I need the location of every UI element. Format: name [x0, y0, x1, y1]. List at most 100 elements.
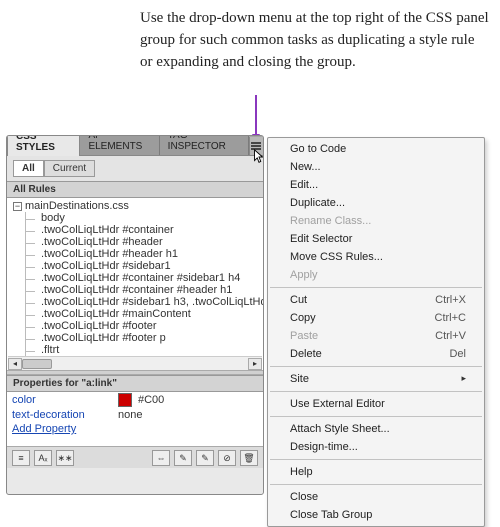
- menu-item[interactable]: Help: [268, 463, 484, 481]
- menu-item[interactable]: New...: [268, 158, 484, 176]
- rule-item[interactable]: .twoColLiqLtHdr #sidebar1 h3, .twoColLiq…: [11, 296, 263, 308]
- panel-options-menu: Go to Code New... Edit... Duplicate... Renam…: [267, 137, 485, 527]
- rule-item[interactable]: body: [11, 212, 263, 224]
- menu-item: Rename Class...: [268, 212, 484, 230]
- hamburger-icon: [251, 142, 261, 150]
- menu-item-label: New...: [290, 161, 321, 173]
- color-swatch[interactable]: [118, 393, 132, 407]
- menu-item-shortcut: Ctrl+V: [435, 330, 466, 342]
- menu-item-label: Duplicate...: [290, 197, 345, 209]
- subtab-current[interactable]: Current: [44, 160, 95, 177]
- panel-tabs: CSS STYLES AP ELEMENTS TAG INSPECTOR: [7, 136, 263, 156]
- menu-separator: [270, 459, 482, 460]
- menu-item[interactable]: Design-time...: [268, 438, 484, 456]
- properties-heading: Properties for "a:link": [7, 375, 263, 392]
- menu-separator: [270, 366, 482, 367]
- properties-list: color #C00 text-decoration none Add Prop…: [7, 392, 263, 446]
- rule-item[interactable]: .twoColLiqLtHdr #header h1: [11, 248, 263, 260]
- scroll-right-button[interactable]: ▸: [248, 358, 262, 370]
- menu-item-shortcut: Ctrl+X: [435, 294, 466, 306]
- menu-item-label: Use External Editor: [290, 398, 385, 410]
- menu-item-label: Apply: [290, 269, 318, 281]
- property-value[interactable]: #C00: [138, 394, 164, 406]
- menu-separator: [270, 287, 482, 288]
- menu-separator: [270, 416, 482, 417]
- property-row-color[interactable]: color #C00: [7, 392, 263, 408]
- scroll-track[interactable]: [22, 358, 248, 370]
- show-list-view-button[interactable]: Aₓ: [34, 450, 52, 466]
- menu-item[interactable]: Attach Style Sheet...: [268, 420, 484, 438]
- rule-item[interactable]: .twoColLiqLtHdr #container: [11, 224, 263, 236]
- property-name[interactable]: color: [12, 394, 112, 406]
- menu-item-label: Edit Selector: [290, 233, 352, 245]
- css-panel: CSS STYLES AP ELEMENTS TAG INSPECTOR All…: [6, 135, 264, 495]
- menu-item[interactable]: Cut Ctrl+X: [268, 291, 484, 309]
- rule-item[interactable]: .twoColLiqLtHdr #mainContent: [11, 308, 263, 320]
- edit-rule-button[interactable]: ✎: [196, 450, 214, 466]
- disable-enable-button[interactable]: ⊘: [218, 450, 236, 466]
- menu-item[interactable]: Go to Code: [268, 140, 484, 158]
- menu-item[interactable]: Site: [268, 370, 484, 388]
- menu-item[interactable]: Close Tab Group: [268, 506, 484, 524]
- delete-rule-button[interactable]: 🗑: [240, 450, 258, 466]
- panel-options-button[interactable]: [249, 137, 263, 155]
- caption-text: Use the drop-down menu at the top right …: [140, 8, 490, 73]
- menu-item[interactable]: Use External Editor: [268, 395, 484, 413]
- menu-separator: [270, 391, 482, 392]
- stylesheet-name: mainDestinations.css: [25, 200, 129, 212]
- subtab-all[interactable]: All: [13, 160, 44, 177]
- menu-item[interactable]: Move CSS Rules...: [268, 248, 484, 266]
- menu-item-label: Paste: [290, 330, 318, 342]
- menu-item-label: Attach Style Sheet...: [290, 423, 390, 435]
- menu-item[interactable]: Duplicate...: [268, 194, 484, 212]
- property-row-text-decoration[interactable]: text-decoration none: [7, 408, 263, 422]
- menu-item-label: Help: [290, 466, 313, 478]
- menu-item: Apply: [268, 266, 484, 284]
- rule-item[interactable]: .twoColLiqLtHdr #sidebar1: [11, 260, 263, 272]
- tab-css-styles[interactable]: CSS STYLES: [7, 135, 80, 156]
- attach-stylesheet-button[interactable]: ⇔: [152, 450, 170, 466]
- menu-item: Paste Ctrl+V: [268, 327, 484, 345]
- stylesheet-node[interactable]: − mainDestinations.css: [11, 200, 263, 212]
- tab-ap-elements[interactable]: AP ELEMENTS: [80, 135, 159, 155]
- horizontal-scrollbar[interactable]: ◂ ▸: [8, 356, 262, 370]
- show-category-view-button[interactable]: ≡: [12, 450, 30, 466]
- menu-separator: [270, 484, 482, 485]
- show-only-set-button[interactable]: ∗∗: [56, 450, 74, 466]
- menu-item-label: Go to Code: [290, 143, 346, 155]
- rule-item[interactable]: .twoColLiqLtHdr #footer p: [11, 332, 263, 344]
- menu-item[interactable]: Copy Ctrl+C: [268, 309, 484, 327]
- menu-item[interactable]: Edit...: [268, 176, 484, 194]
- rule-item[interactable]: .fltrt: [11, 344, 263, 356]
- menu-item[interactable]: Delete Del: [268, 345, 484, 363]
- new-rule-button[interactable]: ✎: [174, 450, 192, 466]
- callout-pointer: [255, 95, 257, 135]
- rule-item[interactable]: .twoColLiqLtHdr #header: [11, 236, 263, 248]
- scroll-thumb[interactable]: [22, 359, 52, 369]
- panel-footer: ≡ Aₓ ∗∗ ⇔ ✎ ✎ ⊘ 🗑: [7, 446, 263, 468]
- subtabs: All Current: [7, 156, 263, 181]
- scroll-left-button[interactable]: ◂: [8, 358, 22, 370]
- menu-item-label: Design-time...: [290, 441, 358, 453]
- menu-item-label: Close Tab Group: [290, 509, 372, 521]
- property-name[interactable]: text-decoration: [12, 409, 112, 421]
- rule-item[interactable]: .twoColLiqLtHdr #container #header h1: [11, 284, 263, 296]
- rule-item[interactable]: .twoColLiqLtHdr #container #sidebar1 h4: [11, 272, 263, 284]
- menu-item-label: Site: [290, 373, 309, 385]
- menu-item-label: Copy: [290, 312, 316, 324]
- menu-item[interactable]: Close: [268, 488, 484, 506]
- menu-item-shortcut: Del: [449, 348, 466, 360]
- menu-item[interactable]: Edit Selector: [268, 230, 484, 248]
- menu-item-shortcut: Ctrl+C: [435, 312, 466, 324]
- rules-tree: − mainDestinations.css body.twoColLiqLtH…: [7, 198, 263, 370]
- menu-item-label: Edit...: [290, 179, 318, 191]
- menu-item-label: Delete: [290, 348, 322, 360]
- add-property-link[interactable]: Add Property: [12, 423, 112, 435]
- menu-item-label: Rename Class...: [290, 215, 371, 227]
- property-value[interactable]: none: [118, 409, 142, 421]
- collapse-icon[interactable]: −: [13, 202, 22, 211]
- add-property-row[interactable]: Add Property: [7, 422, 263, 436]
- menu-item-label: Cut: [290, 294, 307, 306]
- rule-item[interactable]: .twoColLiqLtHdr #footer: [11, 320, 263, 332]
- tab-tag-inspector[interactable]: TAG INSPECTOR: [160, 135, 249, 155]
